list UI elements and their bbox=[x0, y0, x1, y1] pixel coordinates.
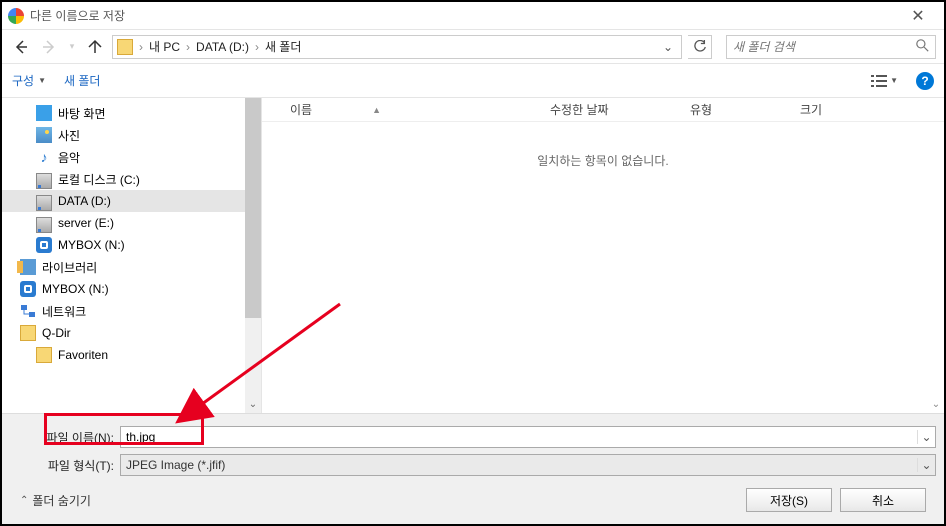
filename-dropdown[interactable]: ⌄ bbox=[917, 430, 935, 444]
address-dropdown[interactable]: ⌄ bbox=[659, 40, 677, 54]
help-button[interactable]: ? bbox=[916, 72, 934, 90]
filename-label: 파일 이름(N): bbox=[10, 429, 120, 446]
file-scroll-down[interactable]: ⌄ bbox=[928, 397, 944, 413]
mybox-icon bbox=[20, 281, 36, 297]
refresh-button[interactable] bbox=[688, 35, 712, 59]
hide-folders-button[interactable]: ⌃ 폴더 숨기기 bbox=[20, 492, 91, 509]
tree-item-mybox-n[interactable]: MYBOX (N:) bbox=[2, 234, 261, 256]
search-box[interactable] bbox=[726, 35, 936, 59]
tree-item-mybox-n2[interactable]: MYBOX (N:) bbox=[2, 278, 261, 300]
chevron-down-icon: ▼ bbox=[38, 76, 46, 85]
breadcrumb-root[interactable]: 내 PC bbox=[145, 38, 184, 55]
tree-scroll-thumb[interactable] bbox=[245, 98, 261, 318]
chevron-right-icon[interactable]: › bbox=[184, 40, 192, 54]
column-size[interactable]: 크기 bbox=[790, 101, 832, 118]
toolbar: 구성 ▼ 새 폴더 ▼ ? bbox=[2, 64, 944, 98]
search-input[interactable] bbox=[733, 40, 916, 54]
column-date[interactable]: 수정한 날짜 bbox=[540, 101, 680, 118]
tree-item-data-d[interactable]: DATA (D:) bbox=[2, 190, 261, 212]
save-panel: 파일 이름(N): ⌄ 파일 형식(T): JPEG Image (*.jfif… bbox=[2, 413, 944, 524]
titlebar: 다른 이름으로 저장 ✕ bbox=[2, 2, 944, 30]
network-icon bbox=[20, 303, 36, 319]
filename-field[interactable]: ⌄ bbox=[120, 426, 936, 448]
breadcrumb-drive[interactable]: DATA (D:) bbox=[192, 40, 253, 54]
file-list-header: 이름▲ 수정한 날짜 유형 크기 bbox=[262, 98, 944, 122]
empty-message: 일치하는 항목이 없습니다. bbox=[262, 122, 944, 169]
arrow-left-icon bbox=[13, 39, 29, 55]
view-icon bbox=[871, 74, 887, 88]
tree-scroll-down[interactable]: ⌄ bbox=[245, 397, 261, 413]
music-icon: ♪ bbox=[36, 149, 52, 165]
chevron-right-icon[interactable]: › bbox=[137, 40, 145, 54]
search-icon bbox=[916, 39, 929, 55]
column-type[interactable]: 유형 bbox=[680, 101, 790, 118]
filetype-row: 파일 형식(T): JPEG Image (*.jfif) ⌄ bbox=[10, 454, 936, 476]
body: 바탕 화면 사진 ♪음악 로컬 디스크 (C:) DATA (D:) serve… bbox=[2, 98, 944, 413]
up-button[interactable] bbox=[84, 36, 106, 58]
chevron-down-icon: ▼ bbox=[890, 76, 898, 85]
caret-icon: ⌃ bbox=[20, 495, 28, 506]
libraries-icon bbox=[20, 259, 36, 275]
desktop-icon bbox=[36, 105, 52, 121]
save-as-dialog: 다른 이름으로 저장 ✕ ▾ › 내 PC › DATA (D:) › 새 폴더… bbox=[0, 0, 946, 526]
arrow-right-icon bbox=[41, 39, 57, 55]
tree-item-qdir[interactable]: Q-Dir bbox=[2, 322, 261, 344]
new-folder-label: 새 폴더 bbox=[64, 72, 100, 89]
hide-folders-label: 폴더 숨기기 bbox=[32, 492, 91, 509]
file-list: 이름▲ 수정한 날짜 유형 크기 일치하는 항목이 없습니다. ⌄ bbox=[262, 98, 944, 413]
pictures-icon bbox=[36, 127, 52, 143]
tree-item-server-e[interactable]: server (E:) bbox=[2, 212, 261, 234]
dialog-footer: ⌃ 폴더 숨기기 저장(S) 취소 bbox=[10, 482, 936, 518]
cancel-button[interactable]: 취소 bbox=[840, 488, 926, 512]
forward-button[interactable] bbox=[38, 36, 60, 58]
save-button[interactable]: 저장(S) bbox=[746, 488, 832, 512]
column-name[interactable]: 이름▲ bbox=[280, 101, 540, 118]
refresh-icon bbox=[693, 40, 707, 54]
tree-item-desktop[interactable]: 바탕 화면 bbox=[2, 102, 261, 124]
back-button[interactable] bbox=[10, 36, 32, 58]
navbar: ▾ › 내 PC › DATA (D:) › 새 폴더 ⌄ bbox=[2, 30, 944, 64]
organize-label: 구성 bbox=[12, 72, 34, 89]
close-button[interactable]: ✕ bbox=[898, 6, 938, 26]
filetype-dropdown[interactable]: ⌄ bbox=[917, 458, 935, 472]
folder-icon bbox=[20, 325, 36, 341]
mybox-icon bbox=[36, 237, 52, 253]
arrow-up-icon bbox=[87, 39, 103, 55]
tree-item-libraries[interactable]: 라이브러리 bbox=[2, 256, 261, 278]
new-folder-button[interactable]: 새 폴더 bbox=[64, 72, 100, 89]
help-icon: ? bbox=[921, 74, 928, 88]
filename-input[interactable] bbox=[121, 430, 917, 444]
disk-icon bbox=[36, 217, 52, 233]
tree-item-pictures[interactable]: 사진 bbox=[2, 124, 261, 146]
recent-dropdown[interactable]: ▾ bbox=[66, 36, 78, 58]
disk-icon bbox=[36, 173, 52, 189]
folder-icon bbox=[36, 347, 52, 363]
address-bar[interactable]: › 내 PC › DATA (D:) › 새 폴더 ⌄ bbox=[112, 35, 682, 59]
tree-item-favoriten[interactable]: Favoriten bbox=[2, 344, 261, 366]
sort-indicator-icon: ▲ bbox=[372, 105, 381, 115]
filetype-label: 파일 형식(T): bbox=[10, 457, 120, 474]
organize-button[interactable]: 구성 ▼ bbox=[12, 72, 46, 89]
window-title: 다른 이름으로 저장 bbox=[30, 7, 898, 24]
chrome-icon bbox=[8, 8, 24, 24]
filetype-value: JPEG Image (*.jfif) bbox=[121, 458, 917, 472]
chevron-right-icon[interactable]: › bbox=[253, 40, 261, 54]
breadcrumb-folder[interactable]: 새 폴더 bbox=[261, 38, 305, 55]
tree-item-network[interactable]: 네트워크 bbox=[2, 300, 261, 322]
filename-row: 파일 이름(N): ⌄ bbox=[10, 426, 936, 448]
filetype-combo[interactable]: JPEG Image (*.jfif) ⌄ bbox=[120, 454, 936, 476]
tree-item-local-disk[interactable]: 로컬 디스크 (C:) bbox=[2, 168, 261, 190]
view-options-button[interactable]: ▼ bbox=[871, 74, 898, 88]
tree-item-music[interactable]: ♪음악 bbox=[2, 146, 261, 168]
folder-tree: 바탕 화면 사진 ♪음악 로컬 디스크 (C:) DATA (D:) serve… bbox=[2, 98, 262, 413]
disk-icon bbox=[36, 195, 52, 211]
folder-icon bbox=[117, 39, 133, 55]
